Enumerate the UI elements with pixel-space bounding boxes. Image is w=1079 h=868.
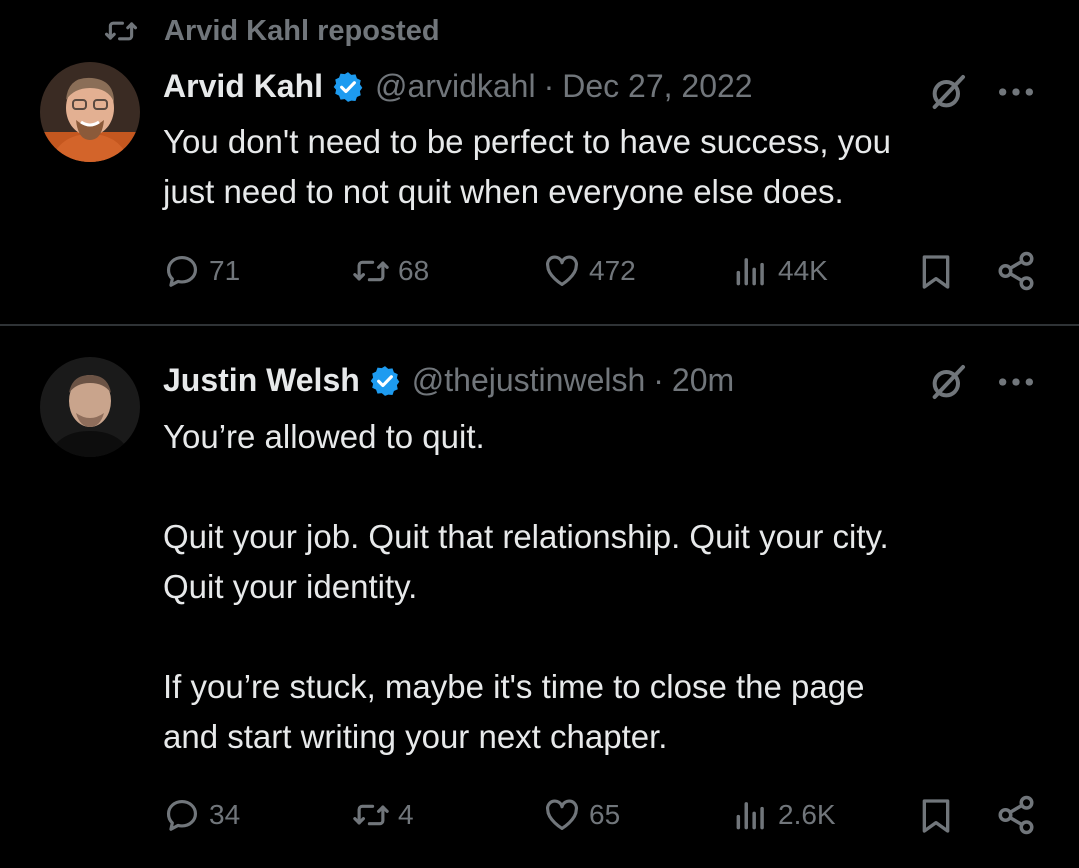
views-button[interactable]: 44K — [732, 252, 828, 290]
tweet-header: Justin Welsh @thejustinwelsh · 20m — [163, 362, 734, 399]
views-icon — [736, 802, 764, 830]
like-icon — [546, 799, 578, 831]
like-count: 472 — [589, 255, 636, 286]
views-button[interactable]: 2.6K — [732, 796, 836, 834]
repost-icon — [353, 260, 389, 282]
author-name[interactable]: Justin Welsh — [163, 362, 360, 399]
avatar[interactable] — [40, 357, 140, 457]
grok-icon[interactable] — [925, 72, 971, 112]
author-name[interactable]: Arvid Kahl — [163, 68, 323, 105]
author-handle[interactable]: @thejustinwelsh — [412, 362, 645, 399]
reply-count: 34 — [209, 799, 241, 830]
avatar-justin-image — [40, 357, 140, 457]
repost-count: 68 — [398, 255, 430, 286]
tweet-header: Arvid Kahl @arvidkahl · Dec 27, 2022 — [163, 68, 753, 105]
reply-count: 71 — [209, 255, 241, 286]
timestamp[interactable]: 20m — [672, 362, 734, 399]
reply-button[interactable]: 34 — [163, 796, 240, 834]
grok-icon[interactable] — [925, 362, 971, 402]
separator: · — [543, 68, 555, 104]
like-icon — [546, 255, 578, 287]
repost-indicator[interactable]: Arvid Kahl reposted — [104, 14, 440, 48]
repost-button[interactable]: 68 — [352, 252, 429, 290]
views-count: 2.6K — [778, 799, 836, 830]
like-count: 65 — [589, 799, 621, 830]
repost-icon — [104, 21, 138, 41]
avatar[interactable] — [40, 62, 140, 162]
views-icon — [736, 258, 764, 286]
avatar-arvid-image — [40, 62, 140, 162]
reply-icon — [166, 799, 198, 831]
repost-icon — [353, 804, 389, 826]
reply-button[interactable]: 71 — [163, 252, 240, 290]
verified-badge-icon — [370, 365, 400, 396]
like-button[interactable]: 65 — [543, 796, 620, 834]
repost-count: 4 — [398, 799, 414, 830]
tweet-text: You’re allowed to quit. Quit your job. Q… — [163, 418, 889, 755]
verified-badge-icon — [333, 71, 363, 102]
tweet-divider — [0, 324, 1079, 326]
like-button[interactable]: 472 — [543, 252, 636, 290]
repost-label: Arvid Kahl reposted — [164, 14, 440, 47]
share-icon[interactable] — [995, 794, 1037, 836]
bookmark-icon[interactable] — [916, 252, 956, 292]
separator: · — [653, 362, 664, 398]
bookmark-icon[interactable] — [916, 796, 956, 836]
more-icon[interactable] — [996, 368, 1036, 396]
author-handle[interactable]: @arvidkahl — [375, 68, 536, 105]
timestamp[interactable]: Dec 27, 2022 — [562, 68, 752, 105]
more-icon[interactable] — [996, 78, 1036, 106]
views-count: 44K — [778, 255, 828, 286]
tweet-text: You don't need to be perfect to have suc… — [163, 123, 891, 210]
share-icon[interactable] — [995, 250, 1037, 292]
repost-button[interactable]: 4 — [352, 796, 414, 834]
reply-icon — [166, 255, 198, 287]
